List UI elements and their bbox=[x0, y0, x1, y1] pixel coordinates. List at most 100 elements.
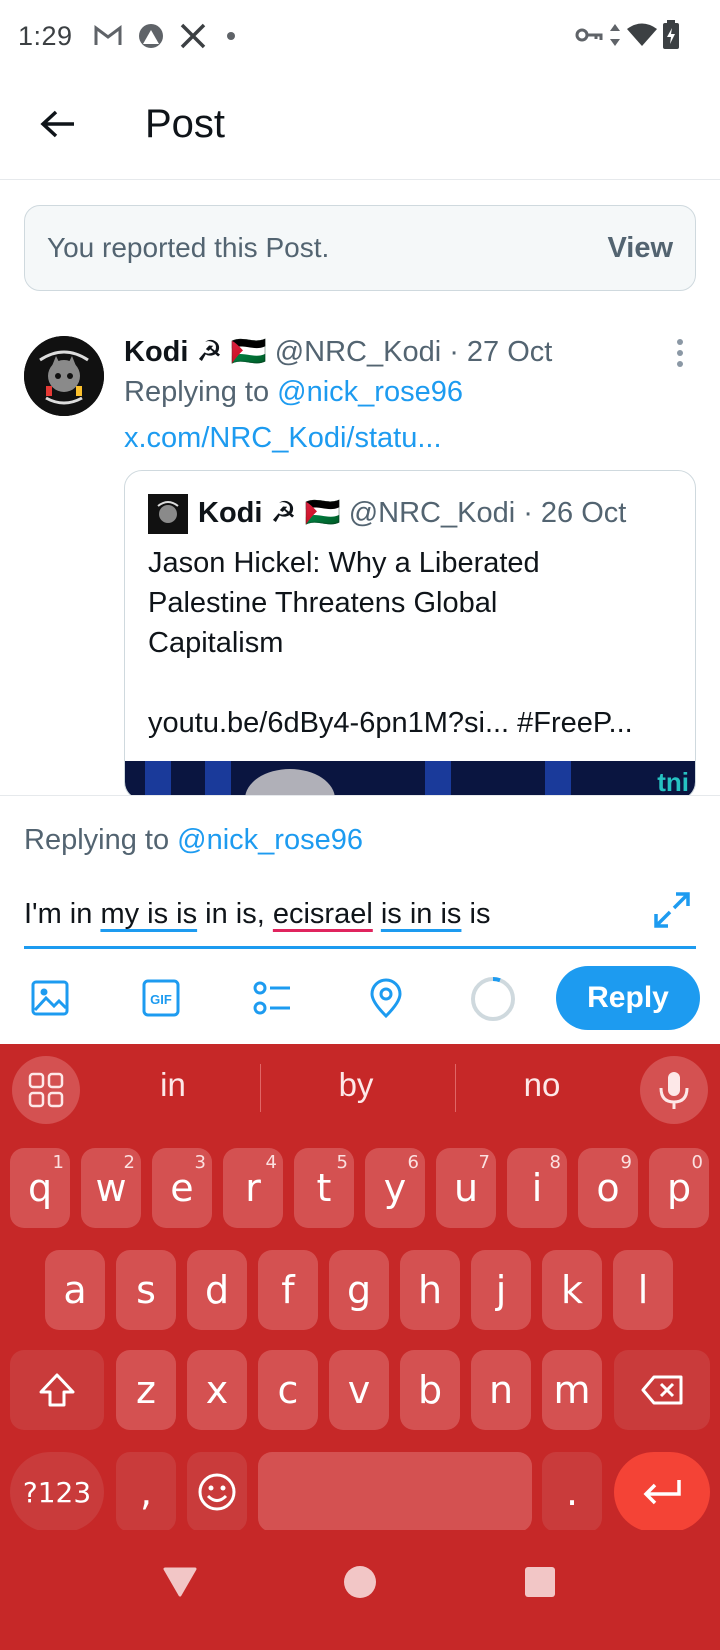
divider bbox=[455, 1064, 456, 1112]
key-h[interactable]: h bbox=[400, 1250, 460, 1330]
key-label: p bbox=[666, 1166, 692, 1210]
period-key[interactable]: . bbox=[542, 1452, 602, 1532]
more-options-icon[interactable] bbox=[672, 336, 688, 370]
key-c[interactable]: c bbox=[258, 1350, 318, 1430]
key-q[interactable]: q1 bbox=[10, 1148, 70, 1228]
poll-icon[interactable] bbox=[252, 978, 292, 1018]
key-d[interactable]: d bbox=[187, 1250, 247, 1330]
key-hint: 1 bbox=[52, 1152, 64, 1173]
avatar[interactable] bbox=[24, 336, 104, 416]
key-a[interactable]: a bbox=[45, 1250, 105, 1330]
backspace-key[interactable] bbox=[614, 1350, 710, 1430]
divider bbox=[260, 1064, 261, 1112]
enter-icon bbox=[643, 1480, 681, 1505]
page-title: Post bbox=[145, 102, 226, 146]
suggestion-3[interactable]: no bbox=[472, 1066, 612, 1104]
gif-icon[interactable]: GIF bbox=[141, 978, 181, 1018]
status-bar: 1:29 bbox=[0, 0, 720, 72]
dot-icon bbox=[226, 32, 235, 40]
key-b[interactable]: b bbox=[400, 1350, 460, 1430]
key-o[interactable]: o9 bbox=[578, 1148, 638, 1228]
key-label: w bbox=[95, 1166, 127, 1210]
comma-key[interactable]: , bbox=[116, 1452, 176, 1532]
key-hint: 3 bbox=[194, 1152, 206, 1173]
back-nav-icon[interactable] bbox=[162, 1566, 198, 1598]
gmail-icon bbox=[94, 25, 122, 45]
key-y[interactable]: y6 bbox=[365, 1148, 425, 1228]
expand-icon[interactable] bbox=[652, 890, 692, 930]
recents-nav-icon[interactable] bbox=[524, 1566, 556, 1598]
space-key[interactable] bbox=[258, 1452, 532, 1532]
key-hint: 7 bbox=[478, 1152, 490, 1173]
enter-key[interactable] bbox=[614, 1452, 710, 1532]
key-x[interactable]: x bbox=[187, 1350, 247, 1430]
battery-charging-icon bbox=[663, 20, 679, 49]
key-n[interactable]: n bbox=[471, 1350, 531, 1430]
suggestion-strip: in by no bbox=[0, 1044, 720, 1132]
author-name[interactable]: Kodi ☭ 🇵🇸 bbox=[124, 336, 267, 368]
key-p[interactable]: p0 bbox=[649, 1148, 709, 1228]
notification-icons bbox=[93, 22, 241, 50]
emoji-icon bbox=[198, 1473, 236, 1511]
key-z[interactable]: z bbox=[116, 1350, 176, 1430]
emoji-key[interactable] bbox=[187, 1452, 247, 1532]
key-t[interactable]: t5 bbox=[294, 1148, 354, 1228]
key-s[interactable]: s bbox=[116, 1250, 176, 1330]
key-hint: 4 bbox=[265, 1152, 277, 1173]
quote-author-name: Kodi ☭ 🇵🇸 bbox=[198, 497, 341, 529]
replying-to: Replying to @nick_rose96 bbox=[124, 372, 463, 412]
key-v[interactable]: v bbox=[329, 1350, 389, 1430]
backspace-icon bbox=[641, 1375, 683, 1405]
location-icon[interactable] bbox=[366, 978, 406, 1019]
x-icon bbox=[180, 23, 205, 49]
key-i[interactable]: i8 bbox=[507, 1148, 567, 1228]
quote-line: youtu.be/6dBy4-6pn1M?si... #FreeP... bbox=[148, 707, 633, 739]
key-e[interactable]: e3 bbox=[152, 1148, 212, 1228]
text-part bbox=[373, 898, 381, 930]
replying-to-handle[interactable]: @nick_rose96 bbox=[277, 376, 463, 408]
status-time: 1:29 bbox=[18, 20, 73, 51]
spelling-underlined-text: ecisrael bbox=[272, 898, 373, 930]
reported-text: You reported this Post. bbox=[47, 232, 330, 263]
reply-button[interactable]: Reply bbox=[556, 966, 700, 1030]
home-nav-icon[interactable] bbox=[342, 1564, 378, 1600]
tweet-link[interactable]: x.com/NRC_Kodi/statu... bbox=[124, 418, 442, 458]
back-arrow-icon bbox=[40, 110, 74, 138]
key-u[interactable]: u7 bbox=[436, 1148, 496, 1228]
key-label: t bbox=[316, 1166, 332, 1210]
key-r[interactable]: r4 bbox=[223, 1148, 283, 1228]
key-hint: 6 bbox=[407, 1152, 419, 1173]
text-part: is bbox=[461, 898, 491, 930]
key-f[interactable]: f bbox=[258, 1250, 318, 1330]
text-part: in is, bbox=[197, 898, 273, 930]
quote-line bbox=[148, 663, 688, 703]
key-hint: 5 bbox=[336, 1152, 348, 1173]
key-m[interactable]: m bbox=[542, 1350, 602, 1430]
replying-to-prefix: Replying to bbox=[124, 376, 278, 408]
key-g[interactable]: g bbox=[329, 1250, 389, 1330]
quote-card[interactable]: Kodi ☭ 🇵🇸 @NRC_Kodi · 26 Oct Jason Hicke… bbox=[124, 470, 696, 800]
text-part: I'm in bbox=[24, 898, 101, 930]
key-j[interactable]: j bbox=[471, 1250, 531, 1330]
suggestion-1[interactable]: in bbox=[103, 1066, 243, 1104]
back-button[interactable] bbox=[36, 102, 80, 146]
key-label: i bbox=[531, 1166, 543, 1210]
suggestion-2[interactable]: by bbox=[286, 1066, 426, 1104]
character-count-ring bbox=[470, 976, 516, 1022]
key-l[interactable]: l bbox=[613, 1250, 673, 1330]
view-button[interactable]: View bbox=[607, 232, 673, 265]
compose-replying-to: Replying to @nick_rose96 bbox=[24, 824, 363, 857]
apps-grid-icon[interactable] bbox=[12, 1056, 80, 1124]
reply-text-input[interactable]: I'm in my is is in is, ecisrael is in is… bbox=[24, 894, 490, 934]
key-w[interactable]: w2 bbox=[81, 1148, 141, 1228]
quote-line: Capitalism bbox=[148, 627, 284, 659]
compose-area: Replying to @nick_rose96 I'm in my is is… bbox=[0, 795, 720, 1045]
key-k[interactable]: k bbox=[542, 1250, 602, 1330]
image-icon[interactable] bbox=[30, 978, 70, 1018]
mic-icon[interactable] bbox=[640, 1056, 708, 1124]
key-label: e bbox=[170, 1166, 194, 1210]
key-hint: 9 bbox=[620, 1152, 632, 1173]
compose-reply-handle[interactable]: @nick_rose96 bbox=[177, 824, 363, 856]
shift-key[interactable] bbox=[10, 1350, 104, 1430]
symbols-key[interactable]: ?123 bbox=[10, 1452, 104, 1532]
